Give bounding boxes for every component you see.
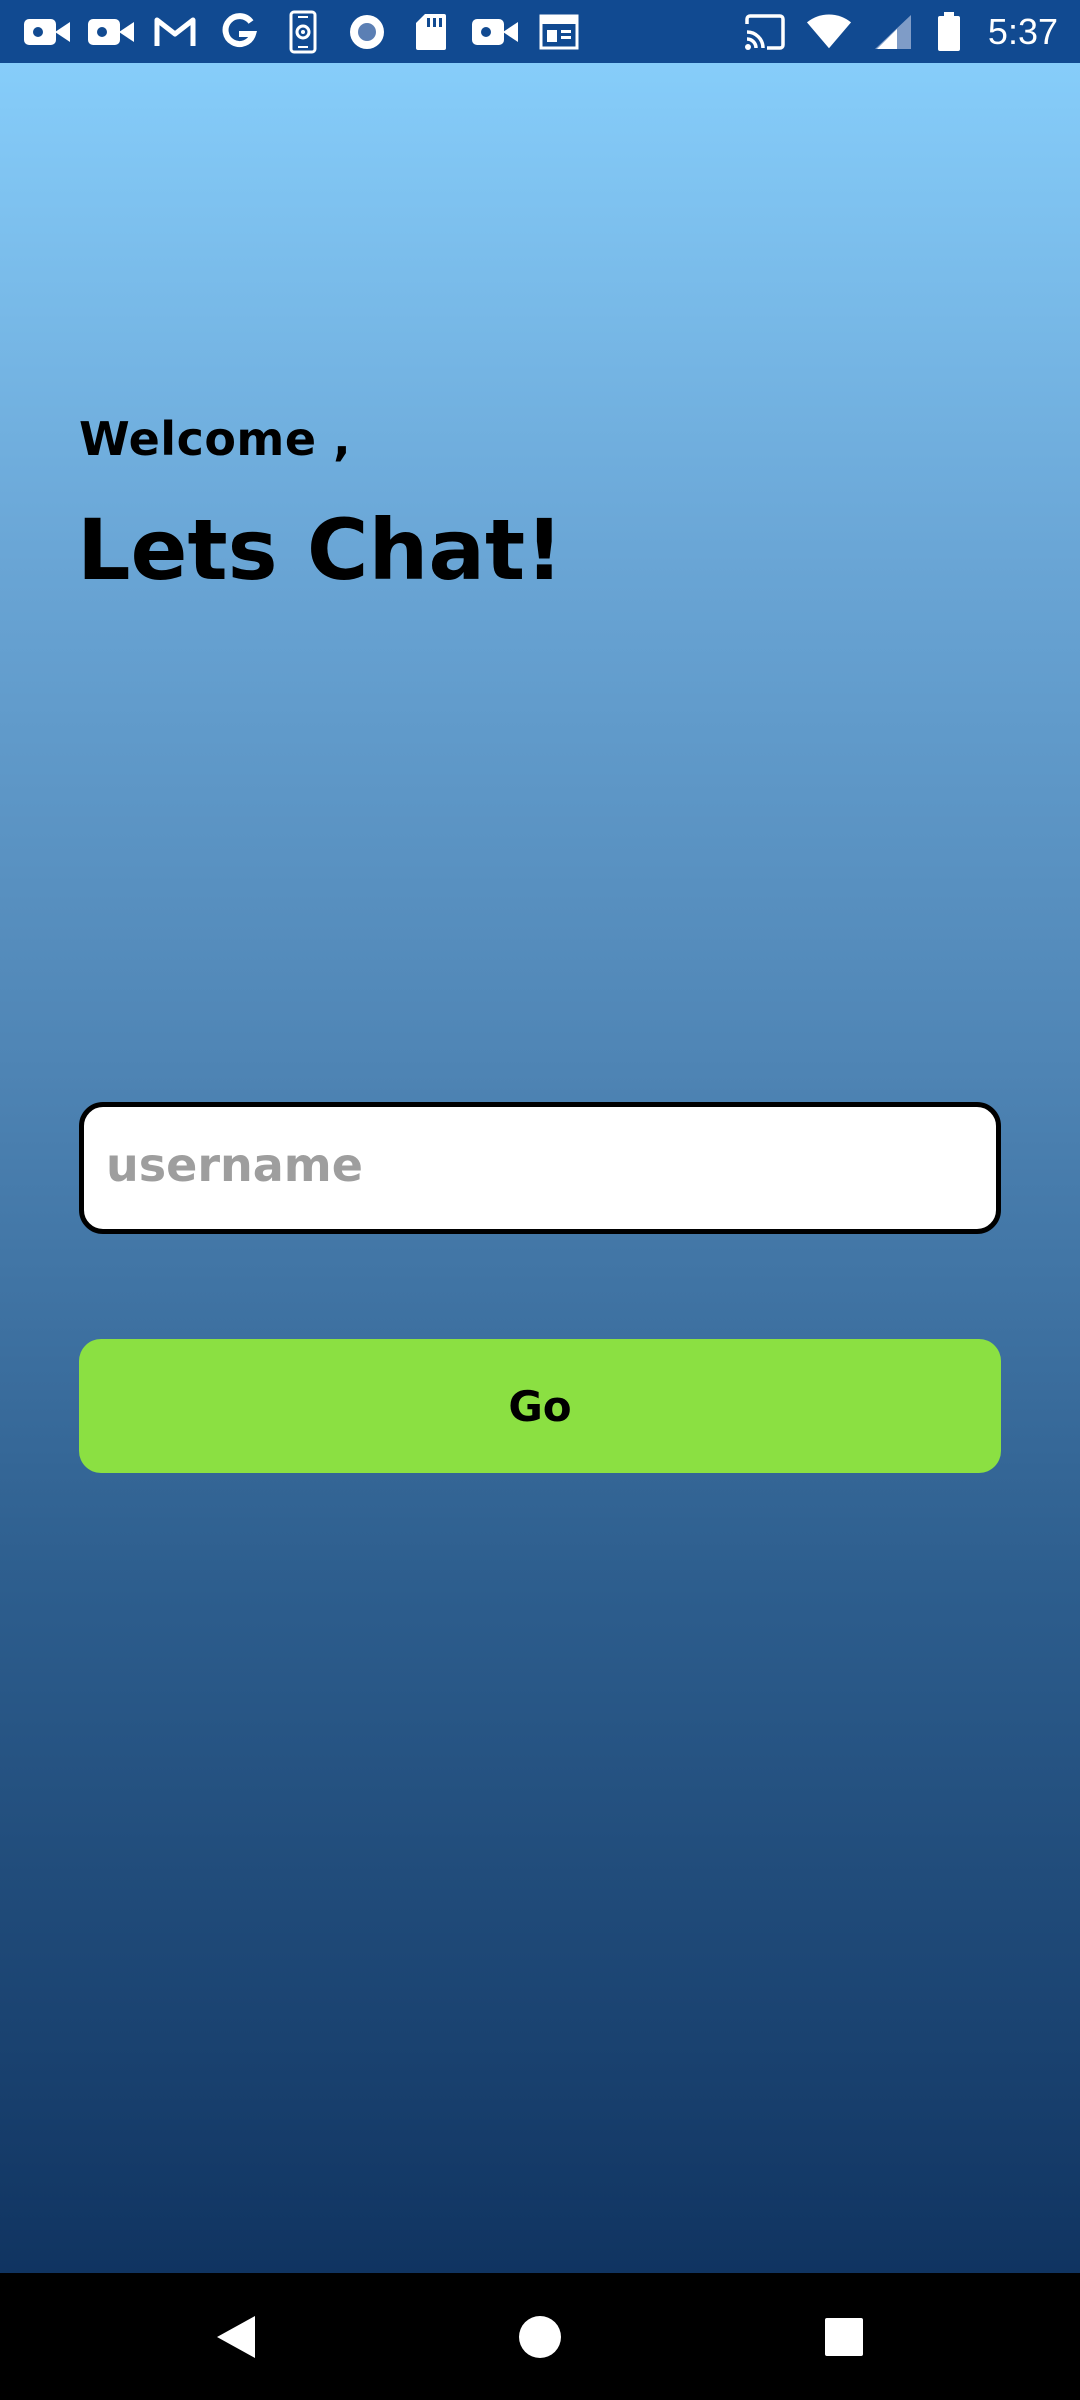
login-screen: Welcome , Lets Chat! Go [0,63,1080,2273]
go-button[interactable]: Go [79,1339,1001,1473]
google-icon [216,12,262,52]
record-circle-icon [344,12,390,52]
video-camera-icon [24,12,70,52]
video-camera-icon [472,12,518,52]
system-indicators: 5:37 [742,11,1058,53]
notification-icons [24,10,582,53]
gmail-icon [152,12,198,52]
back-icon[interactable] [176,2273,296,2400]
recents-icon[interactable] [784,2273,904,2400]
sd-card-icon [408,12,454,52]
clock: 5:37 [987,10,1058,52]
wifi-icon [806,12,852,52]
username-input[interactable] [79,1102,1001,1234]
battery-icon [934,11,964,52]
phone-settings-icon [280,10,326,53]
cell-signal-icon [870,12,916,52]
cast-icon [742,12,788,52]
video-camera-icon [88,12,134,52]
greeting-text: Welcome , [79,412,352,466]
page-title: Lets Chat! [77,501,564,599]
navigation-bar [0,2273,1080,2400]
status-bar: 5:37 [0,0,1080,63]
home-icon[interactable] [480,2273,600,2400]
newspaper-icon [536,12,582,52]
